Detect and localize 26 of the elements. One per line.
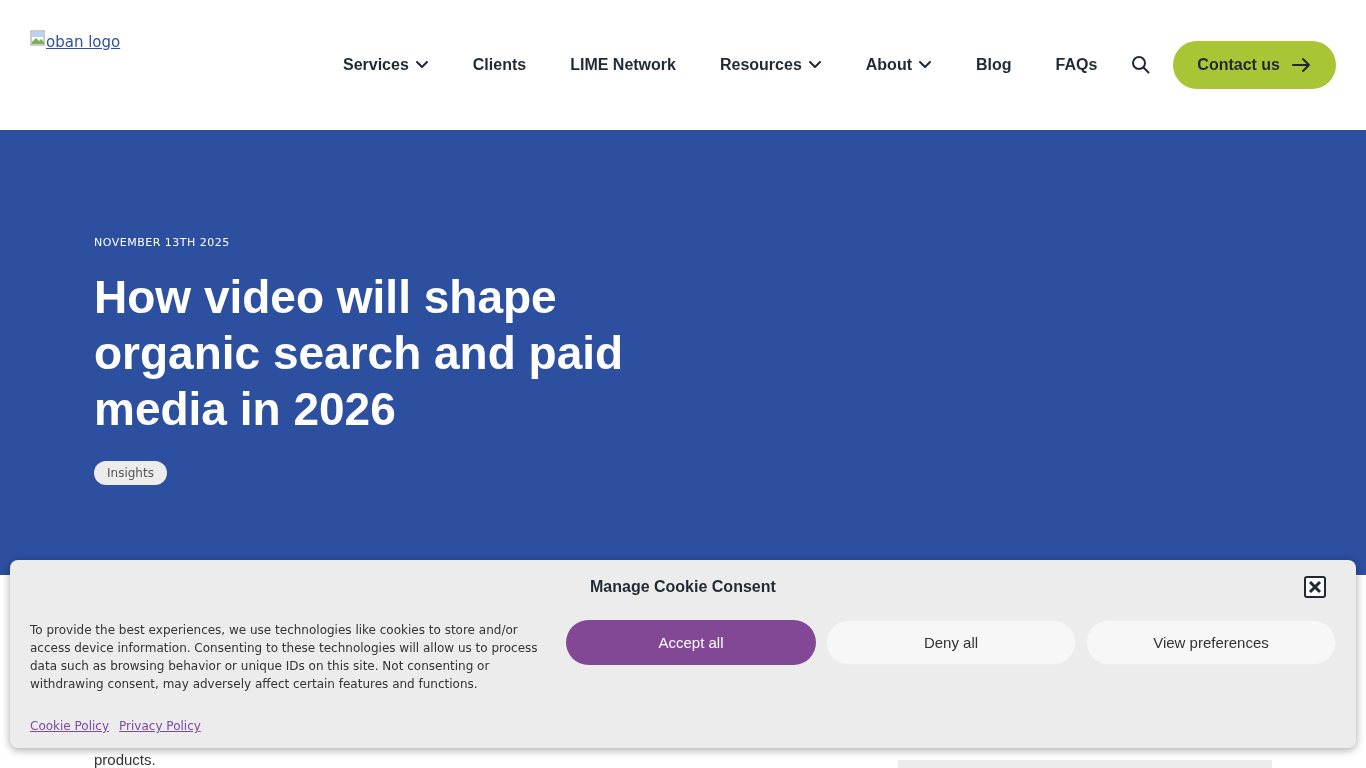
close-button[interactable] [1304,576,1326,598]
category-tag[interactable]: Insights [94,461,167,485]
policy-link[interactable]: Cookie Policy [30,719,110,733]
nav-link[interactable]: FAQs [1055,56,1098,74]
consent-message: To provide the best experiences, we use technologies like cookies to store and/or access device information. Consenting to these technologies will allow us to process data such as browsing behavior or unique IDs on this site. Not consenting or withdrawing consent, may adversely affect certain features and functions. [30,622,539,693]
nav-link[interactable]: Services [342,56,429,74]
search-icon [1131,55,1152,75]
nav-link[interactable]: Blog [976,56,1012,74]
body-text: products. [94,751,156,768]
consent-button[interactable]: Deny all [826,620,1076,665]
search-button[interactable] [1131,55,1152,75]
nav-link[interactable]: Clients [472,56,527,74]
logo-link[interactable]: oban logo [30,32,121,52]
consent-button[interactable]: View preferences [1086,620,1336,665]
nav-link[interactable]: Resources [719,56,822,74]
consent-title: Manage Cookie Consent [590,578,777,596]
nav-link[interactable]: About [865,56,932,74]
post-date: NOVEMBER 13TH 2025 [94,236,231,249]
broken-image-icon [30,30,46,46]
article-title: How video will shape organic search and paid media in 2026 [94,270,625,437]
arrow-right-icon [1292,57,1312,73]
close-icon [1307,579,1323,595]
accept-button[interactable]: Accept all [566,620,816,665]
contact-button[interactable]: Contact us [1173,41,1336,89]
policy-link[interactable]: Privacy Policy [119,719,201,733]
nav-link[interactable]: LIME Network [570,56,676,74]
